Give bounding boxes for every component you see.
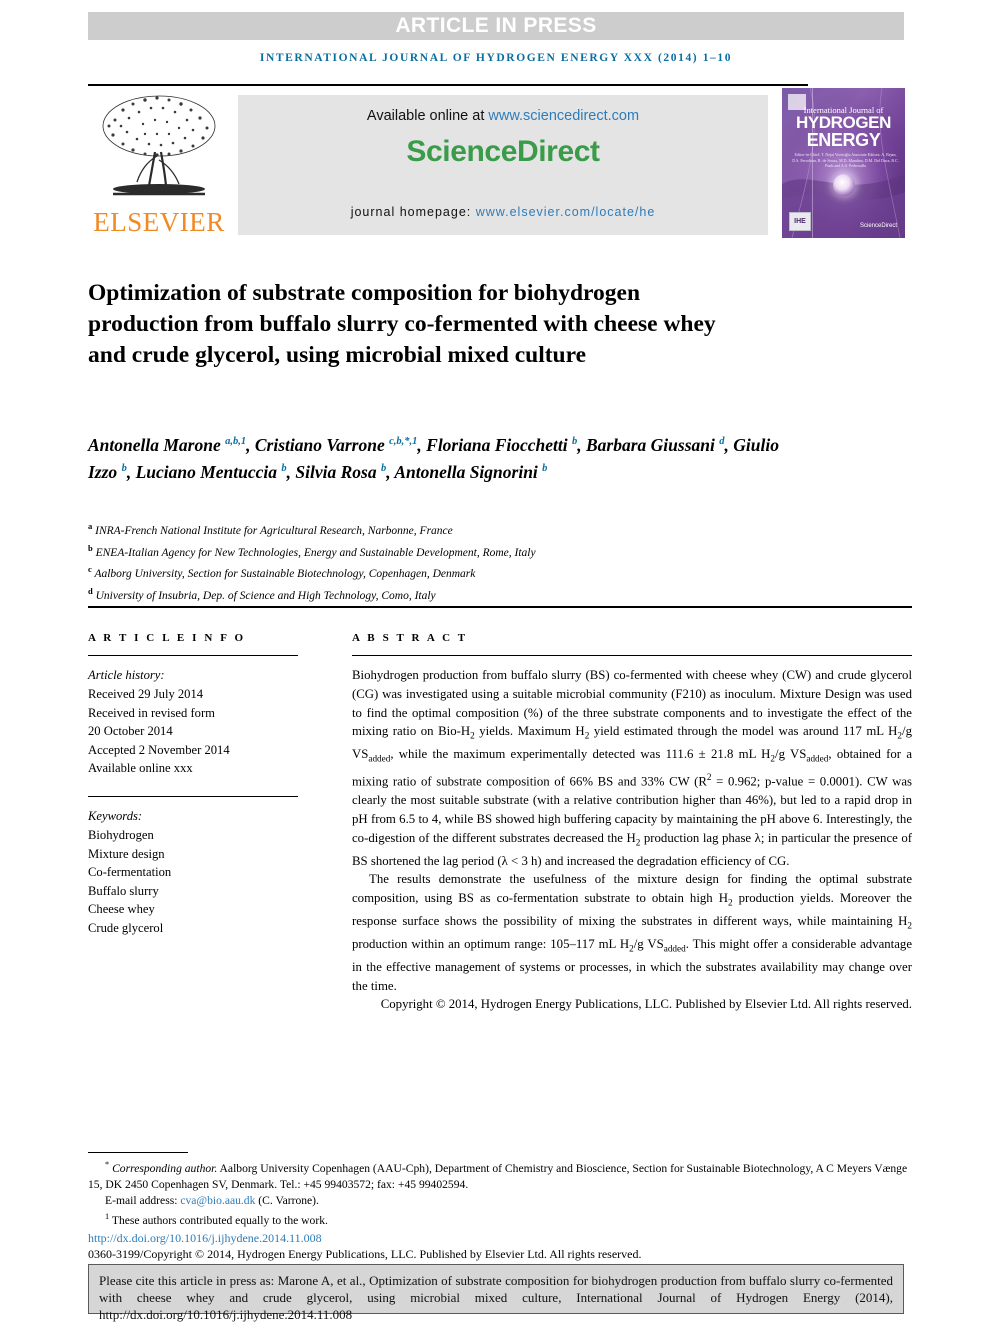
elsevier-logo-block: ELSEVIER <box>88 88 230 238</box>
sciencedirect-url-link[interactable]: www.sciencedirect.com <box>488 108 639 124</box>
affiliation-text: Aalborg University, Section for Sustaina… <box>94 568 476 581</box>
article-in-press-label: ARTICLE IN PRESS <box>395 14 597 37</box>
history-item: Accepted 2 November 2014 <box>88 742 230 757</box>
sciencedirect-logo: ScienceDirect <box>406 135 600 168</box>
email-address-note: E-mail address: cva@bio.aau.dk (C. Varro… <box>88 1193 912 1209</box>
affiliation-marker: c <box>88 564 92 575</box>
author-list: Antonella Marone a,b,1, Cristiano Varron… <box>88 434 779 483</box>
footnote-rule <box>88 1152 188 1154</box>
abstract-column: A B S T R A C T Biohydrogen production f… <box>352 632 912 1014</box>
affiliation-marker: b <box>88 542 93 553</box>
issn-copyright-line: 0360-3199/Copyright © 2014, Hydrogen Ene… <box>88 1246 642 1261</box>
page-title: Optimization of substrate composition fo… <box>88 279 716 368</box>
keyword-item: Cheese whey <box>88 902 155 917</box>
available-online-prefix: Available online at <box>366 108 489 124</box>
affiliation-text: University of Insubria, Dep. of Science … <box>95 589 436 602</box>
article-in-press-banner: ARTICLE IN PRESS <box>88 12 904 40</box>
affiliation-item: d University of Insubria, Dep. of Scienc… <box>88 583 788 605</box>
sciencedirect-band: Available online at www.sciencedirect.co… <box>238 95 768 235</box>
available-online-line: Available online at www.sciencedirect.co… <box>238 95 768 124</box>
affiliation-text: INRA-French National Institute for Agric… <box>95 524 453 537</box>
abstract-copyright: Copyright © 2014, Hydrogen Energy Public… <box>380 997 912 1012</box>
article-info-column: A R T I C L E I N F O Article history: R… <box>88 632 298 938</box>
journal-homepage-prefix: journal homepage: <box>350 205 476 219</box>
elsevier-tree-icon <box>102 95 216 196</box>
email-owner: (C. Varrone). <box>255 1194 319 1208</box>
history-item: 20 October 2014 <box>88 724 173 739</box>
cover-line-2: HYDROGEN <box>795 113 892 132</box>
elsevier-wordmark: ELSEVIER <box>93 207 225 237</box>
email-label: E-mail address: <box>105 1194 181 1208</box>
journal-running-head: INTERNATIONAL JOURNAL OF HYDROGEN ENERGY… <box>259 52 733 64</box>
keyword-item: Co-fermentation <box>88 865 172 880</box>
keyword-item: Buffalo slurry <box>88 883 159 898</box>
abstract-paragraph-2: The results demonstrate the usefulness o… <box>352 872 912 993</box>
keywords-label: Keywords: <box>88 809 143 824</box>
history-item: Received 29 July 2014 <box>88 686 204 701</box>
equal-contribution-note: 1 These authors contributed equally to t… <box>105 1212 328 1228</box>
keywords-block: Keywords: Biohydrogen Mixture design Co-… <box>88 807 298 937</box>
affiliation-item: a INRA-French National Institute for Agr… <box>88 518 788 540</box>
keyword-item: Mixture design <box>88 846 165 861</box>
article-info-heading: A R T I C L E I N F O <box>88 632 246 644</box>
abstract-paragraph-1: Biohydrogen production from buffalo slur… <box>352 668 912 868</box>
keyword-item: Crude glycerol <box>88 920 164 935</box>
affiliation-text: ENEA-Italian Agency for New Technologies… <box>95 546 536 559</box>
abstract-rule <box>352 655 912 657</box>
keyword-item: Biohydrogen <box>88 827 154 842</box>
affiliation-marker: a <box>88 521 93 531</box>
article-history-block: Article history: Received 29 July 2014 R… <box>88 666 298 778</box>
cover-orb-graphic <box>832 174 855 196</box>
journal-homepage-link[interactable]: www.elsevier.com/locate/he <box>476 205 656 219</box>
history-item: Received in revised form <box>88 705 215 720</box>
masthead: ELSEVIER Available online at www.science… <box>88 88 912 240</box>
article-history-label: Article history: <box>88 668 165 683</box>
cover-editors-text: Editor-in-Chief: T. Nejat Veziroğlu Asso… <box>792 152 899 168</box>
journal-homepage-line: journal homepage: www.elsevier.com/locat… <box>238 205 768 219</box>
affiliation-item: c Aalborg University, Section for Sustai… <box>88 561 788 583</box>
article-info-rule <box>88 655 298 657</box>
affiliation-list: a INRA-French National Institute for Agr… <box>88 518 788 605</box>
journal-cover-thumbnail[interactable]: International Journal of HYDROGEN ENERGY… <box>782 88 905 238</box>
doi-link[interactable]: http://dx.doi.org/10.1016/j.ijhydene.201… <box>88 1230 912 1246</box>
history-item: Available online xxx <box>88 761 193 776</box>
abstract-heading: A B S T R A C T <box>352 632 468 644</box>
cover-line-3: ENERGY <box>806 130 881 150</box>
keywords-rule <box>88 795 298 798</box>
affiliation-item: b ENEA-Italian Agency for New Technologi… <box>88 540 788 562</box>
citation-text: Please cite this article in press as: Ma… <box>99 1273 893 1323</box>
info-abstract-divider-rule <box>88 606 912 608</box>
masthead-top-rule <box>88 84 808 86</box>
email-link[interactable]: cva@bio.aau.dk <box>180 1194 255 1207</box>
cover-ihe-badge: IHE <box>789 212 811 231</box>
affiliation-marker: d <box>88 585 93 596</box>
footnote-block: * Corresponding author. Aalborg Universi… <box>88 1157 912 1262</box>
corresponding-author-note: * Corresponding author. Aalborg Universi… <box>88 1160 908 1192</box>
citation-box: Please cite this article in press as: Ma… <box>88 1264 904 1322</box>
cover-sciencedirect-mark: ScienceDirect <box>859 223 897 229</box>
